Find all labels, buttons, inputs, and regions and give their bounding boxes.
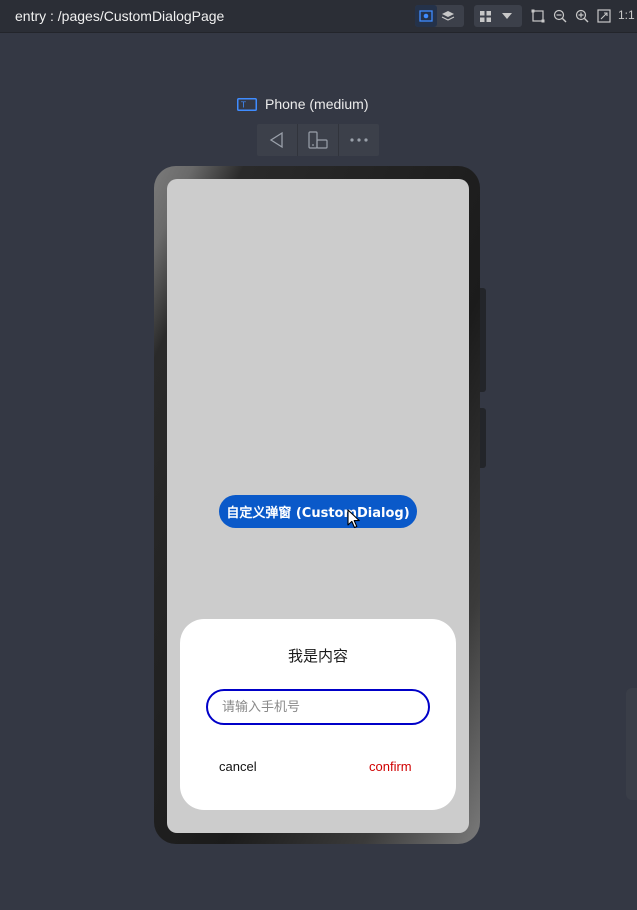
confirm-button[interactable]: confirm [369, 759, 412, 774]
more-button[interactable] [339, 124, 379, 156]
zoom-out-icon[interactable] [551, 6, 569, 26]
phone-number-input[interactable] [206, 689, 430, 725]
grid-icon [474, 5, 496, 27]
device-controls [257, 124, 379, 156]
inspector-toggle-group [415, 5, 464, 27]
fit-screen-icon[interactable] [595, 6, 613, 26]
svg-text:T: T [240, 100, 246, 109]
page-path: entry : /pages/CustomDialogPage [15, 8, 225, 24]
more-icon [350, 138, 368, 142]
phone-screen: 自定义弹窗 (CustomDialog) 我是内容 cancel confirm [167, 179, 469, 833]
device-type-icon: T [237, 97, 257, 111]
eye-icon[interactable] [415, 5, 437, 27]
back-triangle-icon [269, 131, 283, 149]
volume-button [480, 288, 486, 392]
side-panel-handle[interactable] [626, 688, 637, 800]
dialog-title: 我是内容 [287, 647, 348, 665]
custom-dialog-button[interactable]: 自定义弹窗 (CustomDialog) [219, 495, 417, 528]
back-button[interactable] [257, 124, 298, 156]
actual-size-button[interactable]: 1:1 [618, 8, 635, 22]
top-toolbar: entry : /pages/CustomDialogPage 1:1 [0, 0, 637, 33]
chevron-down-icon [496, 5, 518, 27]
crop-icon[interactable] [529, 6, 547, 26]
custom-dialog: 我是内容 cancel confirm [180, 619, 456, 810]
zoom-in-icon[interactable] [573, 6, 591, 26]
device-selector[interactable]: T Phone (medium) [237, 96, 369, 112]
layers-icon[interactable] [437, 5, 459, 27]
rotate-device-icon [308, 131, 328, 149]
power-button [480, 408, 486, 468]
rotate-button[interactable] [298, 124, 339, 156]
cancel-button[interactable]: cancel [219, 759, 257, 774]
device-name: Phone (medium) [265, 96, 369, 112]
view-mode-dropdown[interactable] [474, 5, 522, 27]
mouse-cursor-icon [347, 509, 360, 529]
